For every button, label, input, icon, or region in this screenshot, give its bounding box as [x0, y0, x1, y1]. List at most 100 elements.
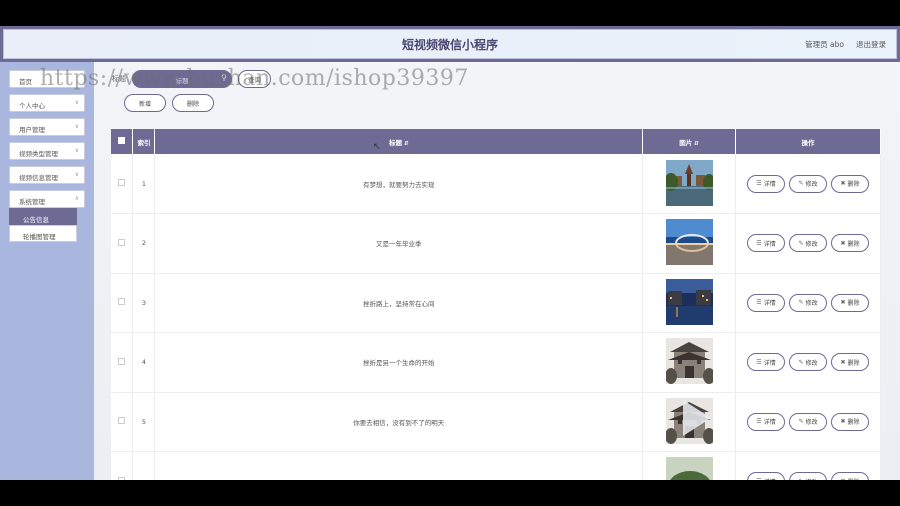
- row-checkbox[interactable]: [118, 179, 126, 186]
- system-submenu: 公告信息 轮播图管理: [9, 208, 77, 242]
- select-all-checkbox[interactable]: [118, 137, 126, 144]
- detail-button[interactable]: ☰详情: [747, 174, 785, 193]
- sidebar-item-label: 用户管理: [19, 126, 45, 134]
- row-select-cell[interactable]: [111, 451, 134, 480]
- chevron-down-icon: ∨: [74, 147, 79, 154]
- detail-label: 详情: [763, 301, 776, 308]
- edit-button[interactable]: ✎修改: [789, 174, 827, 193]
- delete-label: 删除: [847, 182, 860, 188]
- query-button[interactable]: 查询: [238, 70, 271, 88]
- thumbnail-image: [665, 457, 713, 480]
- thumbnail-image: [665, 219, 713, 266]
- row-actions: ☰详情 ✎修改 ✖删除: [735, 451, 881, 480]
- row-image-cell: [642, 332, 736, 393]
- edit-button[interactable]: ✎修改: [789, 293, 827, 312]
- submenu-item-carousel[interactable]: 轮播图管理: [9, 225, 77, 242]
- mouse-cursor-icon: ↖: [373, 142, 381, 152]
- trash-icon: ✖: [840, 240, 846, 247]
- detail-button[interactable]: ☰详情: [747, 293, 785, 312]
- table-row: ☰详情 ✎修改 ✖删除: [111, 451, 881, 480]
- sidebar-item-home[interactable]: 首页: [9, 70, 85, 88]
- sidebar-item-label: 视频类型管理: [19, 150, 58, 158]
- delete-label: 删除: [847, 360, 860, 367]
- delete-button[interactable]: ✖删除: [831, 234, 869, 253]
- delete-button[interactable]: ✖删除: [831, 293, 869, 312]
- column-header-image[interactable]: 图片 ⇵: [642, 129, 736, 154]
- play-icon[interactable]: [683, 400, 711, 436]
- toolbar: 新增 删除: [124, 94, 214, 112]
- row-checkbox[interactable]: [118, 298, 126, 306]
- submenu-item-announcements[interactable]: 公告信息: [9, 208, 77, 225]
- table-row: 1 有梦想，就要努力去实现 ☰ 详情 ✎ 修改 ✖ 删除: [111, 154, 881, 214]
- row-select-cell[interactable]: [111, 332, 134, 393]
- edit-button[interactable]: ✎修改: [789, 472, 827, 480]
- row-title: 挫折路上，坚持常在心间: [154, 273, 644, 333]
- trash-icon: ✖: [840, 181, 846, 187]
- trash-icon: ✖: [840, 300, 846, 307]
- row-actions: ☰详情✎修改✖删除: [735, 273, 881, 333]
- row-actions: ☰详情✎修改✖删除: [735, 392, 881, 452]
- video-letterbox-top: [0, 0, 900, 26]
- detail-button[interactable]: ☰详情: [747, 412, 785, 431]
- batch-delete-button[interactable]: 删除: [172, 94, 214, 112]
- column-header-title[interactable]: 标题 ⇵: [154, 129, 644, 154]
- detail-button[interactable]: ☰详情: [747, 353, 785, 372]
- edit-button[interactable]: ✎修改: [789, 353, 827, 372]
- edit-button[interactable]: ✎修改: [789, 412, 827, 431]
- table-row: 2 又是一年毕业季 ☰ 详情 ✎ 修改 ✖ 删除: [111, 213, 881, 274]
- row-select-cell[interactable]: [111, 273, 134, 333]
- edit-label: 修改: [805, 301, 818, 308]
- sidebar-item-users[interactable]: 用户管理 ∨: [9, 118, 85, 136]
- delete-button[interactable]: ✖删除: [831, 353, 869, 372]
- thumbnail-image: [665, 278, 713, 325]
- pencil-icon: ✎: [798, 359, 804, 366]
- document-icon: ☰: [756, 419, 762, 426]
- row-checkbox[interactable]: [118, 417, 126, 425]
- app-title: 短视频微信小程序: [401, 38, 498, 52]
- detail-label: 详情: [763, 182, 776, 188]
- search-input[interactable]: 标题 ⚲: [132, 70, 232, 88]
- sidebar-item-system[interactable]: 系统管理 ∧: [9, 190, 85, 208]
- logout-link[interactable]: 退出登录: [856, 39, 886, 50]
- row-checkbox[interactable]: [118, 357, 126, 365]
- row-index: 3: [132, 273, 156, 333]
- detail-label: 详情: [763, 360, 776, 367]
- edit-button[interactable]: ✎修改: [789, 234, 827, 253]
- detail-button[interactable]: ☰详情: [747, 234, 785, 253]
- sort-icon: ⇵: [403, 140, 409, 147]
- sidebar: 首页 个人中心 ∨ 用户管理 ∨ 视频类型管理 ∨ 视频信息管理 ∨ 系统管理 ∧ 公告信…: [0, 62, 94, 480]
- row-title: 又是一年毕业季: [154, 213, 644, 274]
- chevron-down-icon: ∨: [74, 171, 79, 178]
- current-user: 管理员 abo: [805, 40, 844, 49]
- row-select-cell[interactable]: [111, 213, 134, 274]
- delete-button[interactable]: ✖删除: [831, 412, 869, 431]
- main-content: 标题 标题 ⚲ 查询 新增 删除 索引 标题 ⇵ 图片 ⇵ 操作 1 有梦想，就要努力…: [94, 62, 900, 480]
- edit-label: 修改: [805, 420, 818, 427]
- row-select-cell[interactable]: [111, 392, 134, 452]
- top-header: 短视频微信小程序 管理员 abo 退出登录: [0, 26, 900, 62]
- sidebar-item-video-info[interactable]: 视频信息管理 ∨: [9, 166, 85, 184]
- sidebar-item-profile[interactable]: 个人中心 ∨: [9, 94, 85, 112]
- row-index: 5: [132, 392, 156, 452]
- row-select-cell[interactable]: [111, 154, 134, 214]
- add-button[interactable]: 新增: [124, 94, 166, 112]
- row-actions: ☰详情✎修改✖删除: [735, 332, 881, 393]
- row-index: 1: [132, 154, 156, 214]
- sidebar-item-video-types[interactable]: 视频类型管理 ∨: [9, 142, 85, 160]
- table-header-row: 索引 标题 ⇵ 图片 ⇵ 操作: [111, 129, 881, 154]
- row-image-cell: [642, 213, 736, 274]
- search-label: 标题: [112, 75, 126, 83]
- row-title: [154, 451, 644, 480]
- delete-button[interactable]: ✖删除: [831, 174, 869, 193]
- select-all-header[interactable]: [111, 129, 134, 154]
- chevron-down-icon: ∨: [74, 99, 79, 106]
- document-icon: ☰: [756, 240, 762, 247]
- column-header-index: 索引: [132, 129, 156, 154]
- sidebar-item-label: 系统管理: [19, 198, 45, 206]
- delete-button[interactable]: ✖删除: [831, 472, 869, 480]
- sort-icon: ⇵: [694, 140, 699, 147]
- row-actions: ☰详情✎修改✖删除: [735, 213, 881, 274]
- row-checkbox[interactable]: [118, 238, 126, 246]
- detail-button[interactable]: ☰详情: [747, 472, 785, 480]
- row-image-cell: [642, 154, 736, 214]
